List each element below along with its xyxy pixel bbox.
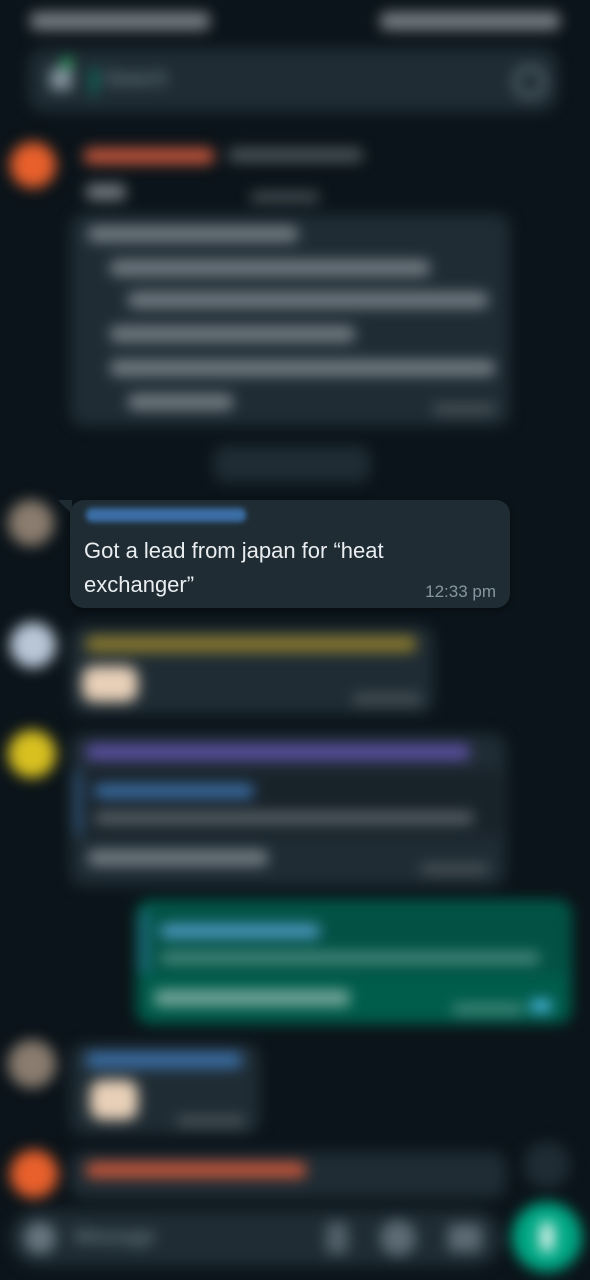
status-bar (30, 10, 560, 34)
message-line (128, 292, 488, 308)
sender-name (86, 1052, 242, 1068)
message-text (88, 850, 268, 866)
message-line (110, 260, 430, 276)
message-line (128, 394, 233, 410)
emoji-reaction (82, 666, 138, 702)
search-bar[interactable]: Search (28, 48, 558, 112)
sender-name (86, 744, 470, 760)
microphone-icon (540, 1222, 554, 1252)
microphone-button[interactable] (512, 1202, 582, 1272)
blurred-chat-background: Search Message (0, 0, 590, 1280)
message-text: Got a lead from japan for “heat exchange… (84, 538, 384, 597)
message-time (452, 1004, 524, 1014)
sender-name (86, 508, 246, 522)
status-icons-right (380, 12, 560, 30)
read-receipt-icon (530, 1000, 552, 1012)
message-date (228, 148, 363, 162)
message-text (154, 990, 350, 1006)
message-text (86, 184, 126, 200)
scroll-down-button[interactable] (524, 1142, 570, 1188)
payment-icon[interactable] (380, 1220, 416, 1256)
search-caret (92, 68, 96, 94)
camera-icon[interactable] (448, 1224, 482, 1252)
message-time (420, 864, 490, 874)
message-time (250, 192, 320, 202)
sender-name (84, 148, 214, 164)
sender-name (86, 1162, 306, 1178)
quoted-message[interactable] (76, 770, 501, 836)
avatar[interactable] (10, 1150, 58, 1198)
paperclip-icon[interactable] (326, 1222, 348, 1254)
quoted-text (94, 812, 474, 824)
message-line (110, 360, 495, 376)
message-time: 12:33 pm (425, 582, 496, 601)
message-time (432, 404, 496, 414)
avatar[interactable] (8, 1040, 56, 1088)
message-line (88, 226, 298, 242)
emoji-reaction (90, 1080, 138, 1120)
message-composer[interactable]: Message (10, 1210, 502, 1266)
search-icon[interactable] (514, 66, 546, 98)
online-dot (62, 58, 72, 68)
date-chip (214, 446, 370, 482)
status-icons-left (30, 12, 210, 30)
sender-name (86, 636, 416, 652)
emoji-icon[interactable] (24, 1222, 56, 1254)
message-input[interactable]: Message (74, 1226, 155, 1249)
quoted-message[interactable] (142, 910, 567, 974)
avatar[interactable] (10, 142, 56, 188)
quoted-sender (160, 924, 320, 938)
message-time (352, 694, 422, 704)
avatar[interactable] (10, 622, 56, 668)
back-arrow-icon[interactable] (50, 68, 72, 90)
avatar[interactable] (8, 730, 56, 778)
avatar[interactable] (8, 500, 54, 546)
message-time (176, 1116, 246, 1126)
search-input[interactable]: Search (104, 68, 167, 91)
quoted-text (160, 952, 540, 964)
quoted-sender (94, 784, 254, 798)
message-line (110, 326, 355, 342)
